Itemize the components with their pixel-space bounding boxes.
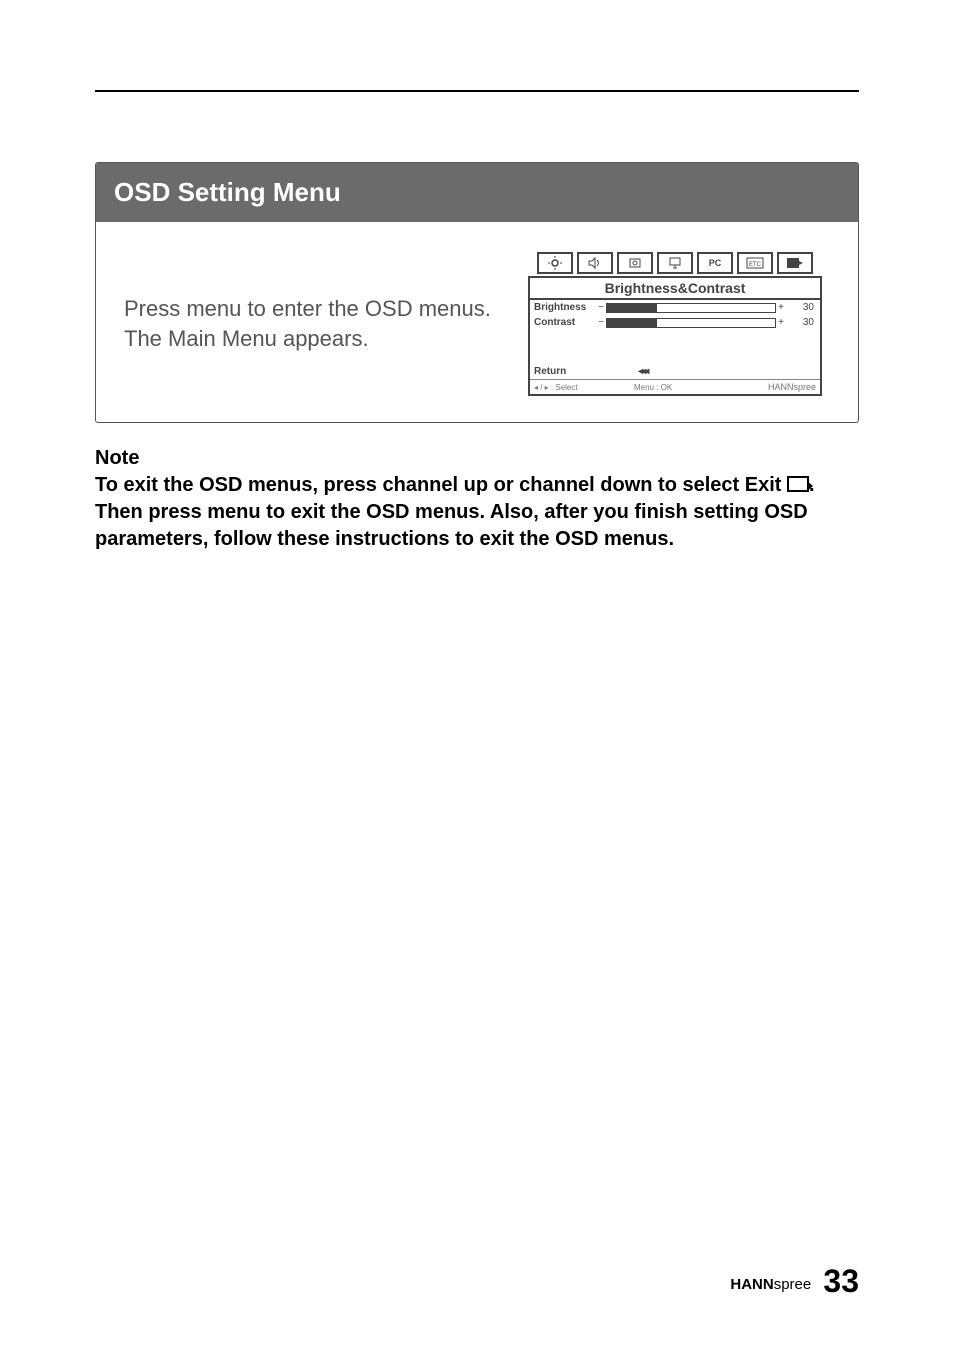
osd-preview: PC ETC Brightness&Contrast Brightness − … — [520, 252, 830, 396]
osd-footer-brand: HANNspree — [734, 382, 816, 392]
osd-tab-title: Brightness&Contrast — [528, 276, 822, 300]
top-rule — [95, 90, 859, 92]
brand-light: spree — [774, 1276, 812, 1293]
osd-brightness-bar — [606, 303, 776, 313]
osd-contrast-label: Contrast — [534, 317, 596, 328]
gear-icon — [617, 252, 653, 274]
osd-spacer — [530, 330, 820, 364]
osd-row-contrast: Contrast − + 30 — [530, 315, 820, 330]
svg-text:ETC: ETC — [749, 262, 762, 268]
panel-instruction: Press menu to enter the OSD menus. The M… — [124, 294, 492, 353]
osd-brightness-value: 30 — [786, 302, 816, 313]
plus-icon: + — [776, 302, 786, 313]
osd-footer-select: ◂ / ▸ : Select — [534, 383, 634, 392]
panel-body: Press menu to enter the OSD menus. The M… — [96, 222, 858, 422]
note-heading: Note — [95, 445, 859, 472]
pc-icon-label: PC — [709, 258, 722, 268]
audio-icon — [577, 252, 613, 274]
osd-icon-row: PC ETC — [520, 252, 830, 276]
osd-return-row: Return ◂◂◂ — [530, 364, 820, 379]
page-footer: HANNspree 33 — [95, 1263, 859, 1300]
osd-contrast-value: 30 — [786, 317, 816, 328]
osd-brightness-label: Brightness — [534, 302, 596, 313]
return-arrow-icon: ◂◂◂ — [638, 366, 647, 377]
exit-icon — [777, 252, 813, 274]
pc-icon: PC — [697, 252, 733, 274]
osd-setting-panel: OSD Setting Menu Press menu to enter the… — [95, 162, 859, 423]
brightness-icon — [537, 252, 573, 274]
osd-inner: Brightness − + 30 Contrast − + 30 — [528, 300, 822, 396]
brand-bold: HANN — [730, 1276, 773, 1293]
panel-title: OSD Setting Menu — [96, 163, 858, 222]
note-line1: To exit the OSD menus, press channel up … — [95, 474, 787, 496]
page-number: 33 — [823, 1263, 859, 1299]
osd-contrast-bar — [606, 318, 776, 328]
minus-icon: − — [596, 302, 606, 313]
exit-inline-icon — [787, 476, 809, 492]
osd-footer-ok: Menu : OK — [634, 383, 734, 392]
screen-icon — [657, 252, 693, 274]
minus-icon: − — [596, 317, 606, 328]
note-block: Note To exit the OSD menus, press channe… — [95, 445, 859, 553]
osd-row-brightness: Brightness − + 30 — [530, 300, 820, 315]
osd-return-label: Return — [534, 366, 566, 377]
etc-icon: ETC — [737, 252, 773, 274]
plus-icon: + — [776, 317, 786, 328]
osd-footer: ◂ / ▸ : Select Menu : OK HANNspree — [530, 379, 820, 394]
